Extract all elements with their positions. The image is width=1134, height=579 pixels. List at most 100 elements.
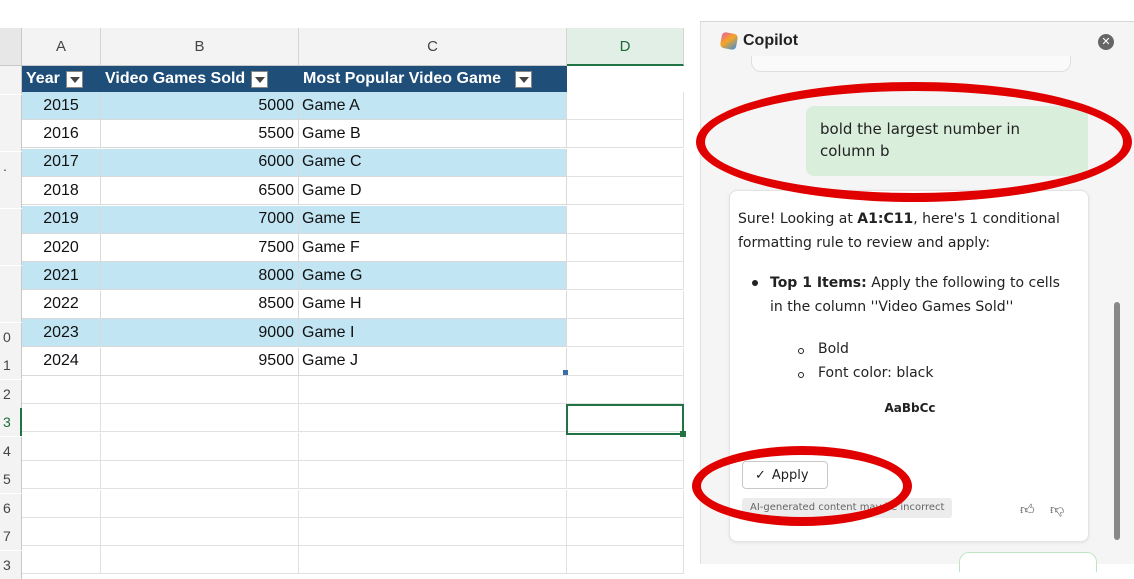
cell-d[interactable]	[567, 290, 684, 319]
empty-cell[interactable]	[567, 546, 684, 575]
cell-d[interactable]	[567, 120, 684, 149]
select-all-corner[interactable]	[0, 28, 22, 66]
column-header-d[interactable]: D	[567, 28, 684, 66]
row-header[interactable]: 1	[0, 351, 22, 379]
empty-cell[interactable]	[567, 376, 684, 404]
cell-most-popular-game[interactable]: Game F	[299, 234, 567, 262]
row-header[interactable]: 0	[0, 322, 22, 351]
cell-year[interactable]: 2023	[22, 319, 101, 348]
table-resize-handle[interactable]	[563, 370, 568, 375]
cell-year[interactable]: 2018	[22, 177, 101, 206]
cell-d[interactable]	[567, 319, 684, 348]
cell-video-games-sold[interactable]: 5500	[101, 120, 299, 149]
cell-year[interactable]: 2020	[22, 234, 101, 262]
cell-most-popular-game[interactable]: Game H	[299, 290, 567, 319]
empty-cell[interactable]	[22, 404, 101, 433]
thumbs-up-icon[interactable]: 👍︎	[1020, 501, 1035, 518]
row-header[interactable]: 2	[0, 379, 22, 408]
cell-video-games-sold[interactable]: 8000	[101, 262, 299, 291]
empty-cell[interactable]	[299, 461, 567, 490]
empty-cell[interactable]	[101, 461, 299, 490]
filter-dropdown-icon[interactable]	[65, 70, 83, 88]
cell-most-popular-game[interactable]: Game B	[299, 120, 567, 149]
cell-year[interactable]: 2022	[22, 290, 101, 319]
cell-most-popular-game[interactable]: Game C	[299, 148, 567, 177]
empty-cell[interactable]	[299, 518, 567, 546]
empty-cell[interactable]	[22, 461, 101, 490]
cell-year[interactable]: 2024	[22, 347, 101, 376]
thumbs-down-icon[interactable]: 👎︎	[1050, 501, 1064, 518]
pane-scrollbar[interactable]	[1114, 302, 1120, 540]
cell-most-popular-game[interactable]: Game G	[299, 262, 567, 291]
empty-cell[interactable]	[299, 546, 567, 575]
row-header[interactable]: 5	[0, 465, 22, 493]
cell-year[interactable]: 2015	[22, 92, 101, 120]
selected-cell-d13[interactable]	[566, 404, 686, 437]
filter-dropdown-icon[interactable]	[251, 70, 269, 88]
column-header-b[interactable]: B	[101, 28, 299, 66]
empty-cell[interactable]	[101, 404, 299, 433]
empty-cell[interactable]	[567, 518, 684, 546]
table-header-video-games-sold[interactable]: Video Games Sold	[101, 66, 299, 92]
empty-cell[interactable]	[22, 489, 101, 518]
cell-most-popular-game[interactable]: Game E	[299, 205, 567, 234]
row-header[interactable]	[0, 94, 22, 123]
empty-cell[interactable]	[299, 404, 567, 433]
cell-year[interactable]: 2016	[22, 120, 101, 149]
cell-video-games-sold[interactable]: 7000	[101, 205, 299, 234]
empty-cell[interactable]	[22, 432, 101, 461]
empty-cell[interactable]	[101, 518, 299, 546]
row-header[interactable]	[0, 265, 22, 294]
suggestion-chip[interactable]	[959, 552, 1097, 572]
empty-cell[interactable]	[101, 432, 299, 461]
cell-video-games-sold[interactable]: 5000	[101, 92, 299, 120]
cell-video-games-sold[interactable]: 6500	[101, 177, 299, 206]
column-header-a[interactable]: A	[22, 28, 101, 66]
cell-video-games-sold[interactable]: 9500	[101, 347, 299, 376]
row-header[interactable]: 7	[0, 522, 22, 550]
spreadsheet-grid[interactable]: A B C D .012345673 Year Video Games Sold…	[0, 0, 700, 579]
empty-cell[interactable]	[101, 546, 299, 575]
row-header[interactable]	[0, 180, 22, 208]
empty-cell[interactable]	[299, 489, 567, 518]
cell-d[interactable]	[567, 234, 684, 262]
table-header-most-popular-game[interactable]: Most Popular Video Game	[299, 66, 567, 92]
cell-d[interactable]	[567, 177, 684, 206]
row-header[interactable]: 3	[0, 550, 22, 579]
cell-video-games-sold[interactable]: 7500	[101, 234, 299, 262]
row-header[interactable]: 4	[0, 436, 22, 465]
row-header[interactable]	[0, 208, 22, 237]
close-icon[interactable]: ✕	[1098, 34, 1114, 50]
cell-d[interactable]	[567, 205, 684, 234]
cell-video-games-sold[interactable]: 8500	[101, 290, 299, 319]
row-header[interactable]: 3	[0, 408, 22, 436]
cell-d[interactable]	[567, 92, 684, 120]
empty-cell[interactable]	[101, 489, 299, 518]
cell-d[interactable]	[567, 262, 684, 291]
empty-cell[interactable]	[567, 489, 684, 518]
filter-dropdown-icon[interactable]	[514, 70, 532, 88]
row-header[interactable]: .	[0, 151, 22, 180]
empty-cell[interactable]	[299, 376, 567, 404]
empty-cell[interactable]	[567, 432, 684, 461]
cell-year[interactable]: 2019	[22, 205, 101, 234]
cell-year[interactable]: 2021	[22, 262, 101, 291]
empty-cell[interactable]	[22, 518, 101, 546]
row-header[interactable]	[0, 66, 22, 94]
column-header-c[interactable]: C	[299, 28, 567, 66]
empty-cell[interactable]	[22, 376, 101, 404]
row-header[interactable]: 6	[0, 493, 22, 522]
cell-video-games-sold[interactable]: 9000	[101, 319, 299, 348]
empty-cell[interactable]	[299, 432, 567, 461]
cell-video-games-sold[interactable]: 6000	[101, 148, 299, 177]
cell-year[interactable]: 2017	[22, 148, 101, 177]
cell-most-popular-game[interactable]: Game D	[299, 177, 567, 206]
cell-most-popular-game[interactable]: Game J	[299, 347, 567, 376]
empty-cell[interactable]	[567, 461, 684, 490]
row-header[interactable]	[0, 294, 22, 322]
row-header[interactable]	[0, 237, 22, 265]
cell-d[interactable]	[567, 148, 684, 177]
cell-most-popular-game[interactable]: Game I	[299, 319, 567, 348]
table-header-year[interactable]: Year	[22, 66, 101, 92]
cell-d[interactable]	[567, 347, 684, 376]
